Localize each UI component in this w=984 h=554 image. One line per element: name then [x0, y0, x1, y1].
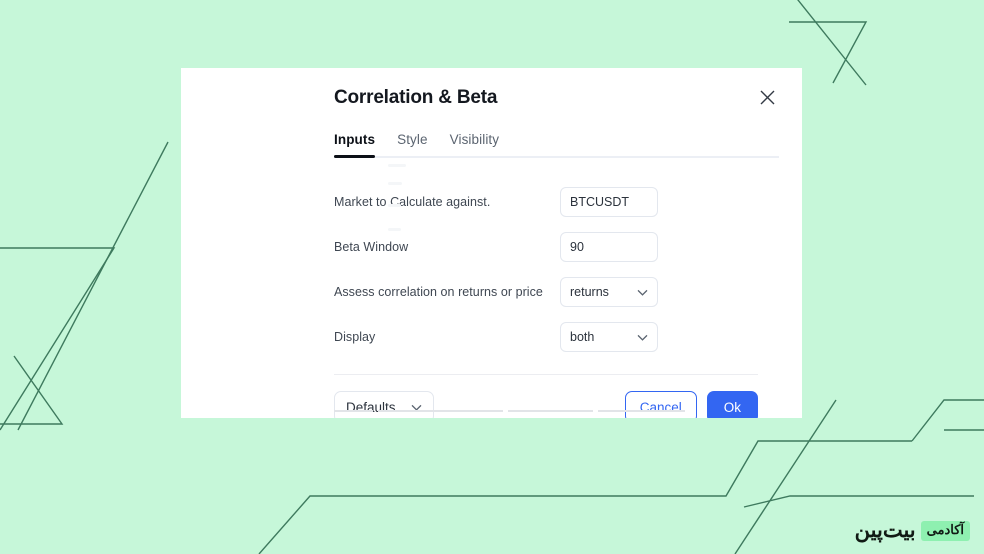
market-input-value: BTCUSDT: [570, 195, 630, 209]
background-artifact: [388, 204, 401, 207]
beta-window-input[interactable]: 90: [560, 232, 658, 262]
tab-visibility-label: Visibility: [449, 132, 500, 147]
label-display: Display: [334, 330, 376, 344]
watermark-badge: آکادمی: [920, 521, 970, 541]
tab-inputs-label: Inputs: [334, 132, 376, 147]
label-market-to-calculate-against: Market to Calculate against.: [334, 195, 491, 209]
dialog-header: Correlation & Beta: [334, 68, 802, 114]
table-strip-segment: [334, 410, 373, 412]
tab-visibility[interactable]: Visibility: [450, 132, 500, 158]
beta-window-input-value: 90: [570, 240, 584, 254]
form-row-display: Display both: [334, 315, 802, 359]
table-strip-segment: [378, 410, 503, 412]
chevron-down-icon: [637, 289, 648, 296]
assess-correlation-value: returns: [570, 285, 609, 299]
dialog-content: Correlation & Beta Inputs Style Visibili…: [334, 68, 802, 418]
background-artifact: [388, 182, 402, 185]
inputs-form: Market to Calculate against. BTCUSDT Bet…: [334, 158, 802, 359]
form-row-market: Market to Calculate against. BTCUSDT: [334, 180, 802, 224]
dialog-title: Correlation & Beta: [334, 86, 498, 108]
watermark-brand-name: بیت‌پین: [854, 518, 916, 542]
assess-correlation-select[interactable]: returns: [560, 277, 658, 307]
close-button[interactable]: [754, 84, 780, 110]
settings-dialog: Correlation & Beta Inputs Style Visibili…: [181, 68, 802, 418]
watermark: آکادمی بیت‌پین: [854, 518, 970, 542]
tab-style[interactable]: Style: [397, 132, 428, 158]
display-select[interactable]: both: [560, 322, 658, 352]
tab-inputs[interactable]: Inputs: [334, 132, 376, 158]
label-beta-window: Beta Window: [334, 240, 409, 254]
tab-style-label: Style: [397, 132, 428, 147]
clipped-table-strip: [334, 405, 802, 418]
market-input[interactable]: BTCUSDT: [560, 187, 658, 217]
close-x-icon: [760, 90, 774, 104]
form-row-beta-window: Beta Window 90: [334, 225, 802, 269]
form-row-assess-correlation: Assess correlation on returns or price r…: [334, 270, 802, 314]
background-artifact: [388, 164, 406, 167]
table-strip-segment: [598, 410, 685, 412]
label-assess-correlation: Assess correlation on returns or price: [334, 285, 543, 299]
tab-bar: Inputs Style Visibility: [334, 114, 802, 158]
background-artifact: [388, 228, 401, 231]
display-value: both: [570, 330, 595, 344]
table-strip-segment: [508, 410, 593, 412]
chevron-down-icon: [637, 334, 648, 341]
